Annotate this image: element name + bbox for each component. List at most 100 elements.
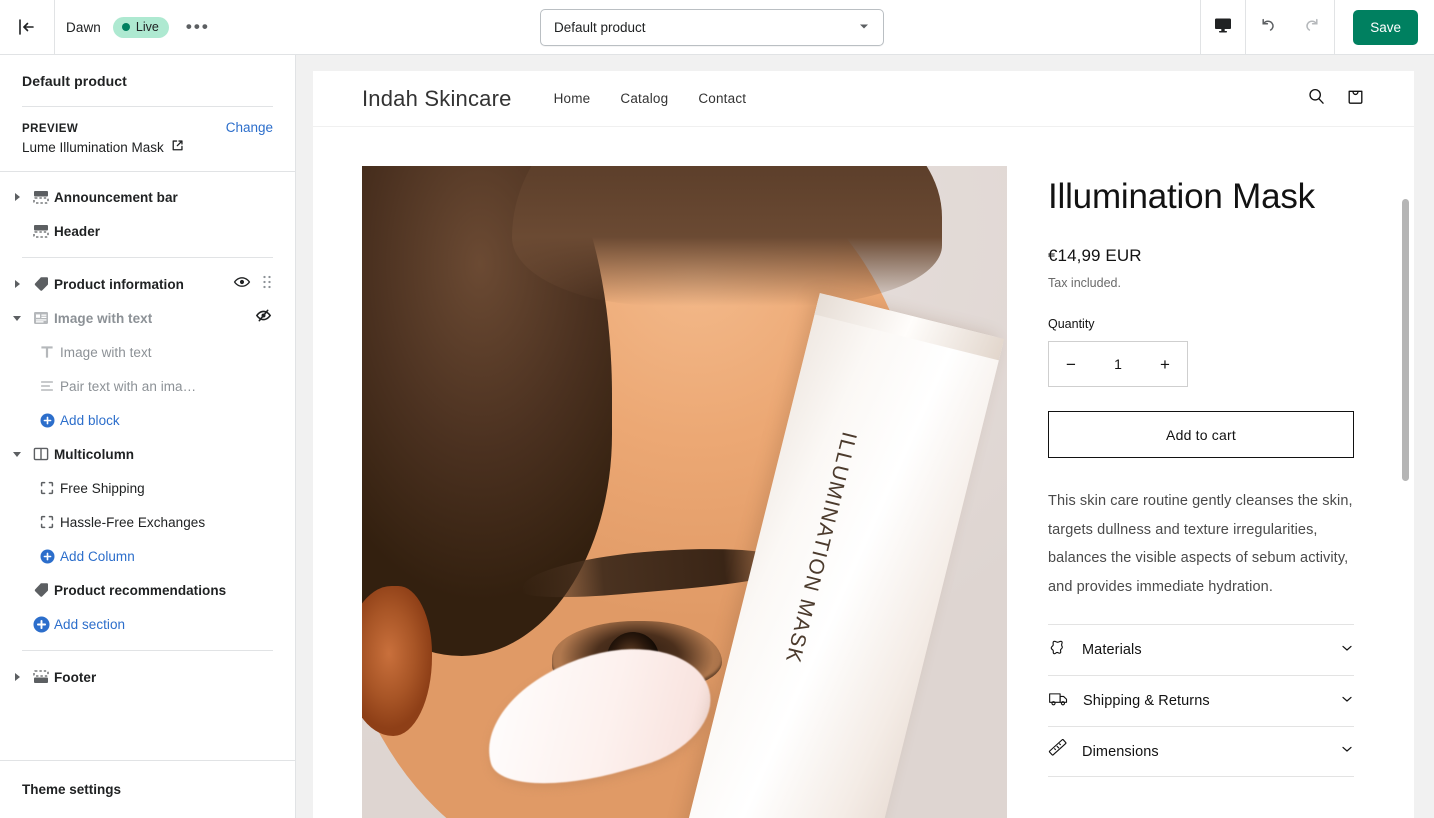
eye-icon[interactable] bbox=[233, 273, 251, 296]
preview-area: Indah Skincare Home Catalog Contact ILLU… bbox=[296, 55, 1434, 818]
product-accordion: Materials Shipping & Returns Dimensions bbox=[1048, 624, 1354, 778]
column-block-icon bbox=[34, 513, 60, 531]
product-page: ILLUMINATION MASK Illumination Mask €14,… bbox=[313, 127, 1414, 818]
cart-icon[interactable] bbox=[1345, 86, 1366, 112]
sidebar-scrollbar[interactable] bbox=[286, 172, 294, 760]
search-icon[interactable] bbox=[1306, 86, 1327, 112]
sidebar-item-label: Image with text bbox=[54, 310, 153, 326]
column-block-icon bbox=[34, 479, 60, 497]
sidebar-item-header[interactable]: Header bbox=[6, 214, 281, 248]
sidebar-item-announcement-bar[interactable]: Announcement bar bbox=[6, 180, 281, 214]
redo-button[interactable] bbox=[1290, 0, 1334, 54]
tag-icon bbox=[28, 581, 54, 599]
sidebar-item-actions bbox=[233, 273, 273, 296]
store-nav: Home Catalog Contact bbox=[554, 91, 747, 106]
sidebar-block-hassle-free-exchanges[interactable]: Hassle-Free Exchanges bbox=[6, 505, 281, 539]
hide-material-icon bbox=[1048, 637, 1069, 663]
desktop-preview-icon bbox=[1213, 15, 1233, 40]
section-list: Announcement bar Header Product informat… bbox=[0, 171, 295, 760]
sidebar: Default product PREVIEW Change Lume Illu… bbox=[0, 55, 296, 818]
chevron-right-icon bbox=[14, 673, 20, 681]
quantity-input[interactable]: 1 bbox=[1114, 356, 1122, 372]
external-link-icon[interactable] bbox=[171, 139, 184, 155]
sidebar-item-label: Announcement bar bbox=[54, 189, 178, 205]
add-section-label: Add section bbox=[54, 616, 126, 632]
theme-meta: Dawn Live ••• bbox=[55, 13, 213, 41]
undo-button[interactable] bbox=[1246, 0, 1290, 54]
product-description: This skin care routine gently cleanses t… bbox=[1048, 493, 1353, 595]
quantity-decrease-button[interactable]: − bbox=[1066, 356, 1076, 373]
preview-scrollbar[interactable] bbox=[1400, 128, 1411, 818]
theme-settings-label: Theme settings bbox=[22, 782, 122, 797]
page-selector-value: Default product bbox=[554, 20, 646, 35]
eye-hidden-icon[interactable] bbox=[254, 306, 273, 330]
add-column-button[interactable]: Add Column bbox=[6, 539, 281, 573]
add-block-label: Add block bbox=[60, 412, 120, 428]
accordion-item-materials[interactable]: Materials bbox=[1048, 624, 1354, 675]
sidebar-item-product-recommendations[interactable]: Product recommendations bbox=[6, 573, 281, 607]
disclosure-toggle[interactable] bbox=[6, 280, 28, 288]
chevron-down-icon bbox=[13, 315, 21, 321]
sidebar-item-footer[interactable]: Footer bbox=[6, 660, 281, 694]
accordion-item-dimensions[interactable]: Dimensions bbox=[1048, 726, 1354, 778]
drag-handle-icon[interactable] bbox=[261, 274, 273, 295]
sidebar-block-pair-text[interactable]: Pair text with an ima… bbox=[6, 369, 281, 403]
section-list-scroll: Announcement bar Header Product informat… bbox=[0, 180, 295, 694]
quantity-increase-button[interactable]: + bbox=[1160, 356, 1170, 373]
sidebar-item-label: Header bbox=[54, 223, 101, 239]
theme-settings-button[interactable]: Theme settings bbox=[0, 760, 295, 818]
chevron-right-icon bbox=[14, 193, 20, 201]
product-photo: ILLUMINATION MASK bbox=[362, 166, 1007, 818]
accordion-item-shipping-returns[interactable]: Shipping & Returns bbox=[1048, 675, 1354, 726]
chevron-down-icon bbox=[858, 20, 870, 35]
store-logo[interactable]: Indah Skincare bbox=[362, 86, 512, 112]
top-bar-actions: Save bbox=[1200, 0, 1434, 54]
product-details: Illumination Mask €14,99 EUR Tax include… bbox=[1048, 166, 1354, 818]
truck-icon bbox=[1048, 688, 1070, 715]
header-icon bbox=[28, 222, 54, 240]
sidebar-block-free-shipping[interactable]: Free Shipping bbox=[6, 471, 281, 505]
accordion-label: Shipping & Returns bbox=[1083, 693, 1210, 710]
sidebar-item-product-information[interactable]: Product information bbox=[6, 267, 281, 301]
ruler-icon bbox=[1048, 738, 1069, 765]
store-header-icons bbox=[1306, 86, 1366, 112]
disclosure-toggle[interactable] bbox=[6, 673, 28, 681]
theme-more-actions-button[interactable]: ••• bbox=[183, 13, 213, 41]
nav-link-catalog[interactable]: Catalog bbox=[620, 91, 668, 106]
disclosure-toggle[interactable] bbox=[6, 193, 28, 201]
preview-scrollbar-thumb[interactable] bbox=[1402, 199, 1409, 481]
page-selector[interactable]: Default product bbox=[540, 9, 884, 46]
product-image[interactable]: ILLUMINATION MASK bbox=[362, 166, 1007, 818]
sidebar-block-label: Image with text bbox=[60, 344, 152, 360]
disclosure-toggle[interactable] bbox=[6, 315, 28, 321]
exit-editor-button[interactable] bbox=[0, 0, 55, 54]
nav-link-contact[interactable]: Contact bbox=[698, 91, 746, 106]
page-selector-control[interactable]: Default product bbox=[540, 9, 884, 46]
disclosure-toggle[interactable] bbox=[6, 451, 28, 457]
sidebar-item-label: Product information bbox=[54, 276, 184, 292]
preview-row: PREVIEW Change bbox=[22, 107, 273, 135]
sidebar-item-actions bbox=[254, 306, 273, 330]
quantity-stepper[interactable]: − 1 + bbox=[1048, 341, 1188, 388]
sidebar-item-label: Multicolumn bbox=[54, 446, 135, 462]
chevron-down-icon bbox=[13, 451, 21, 457]
sidebar-block-label: Pair text with an ima… bbox=[60, 378, 197, 394]
add-to-cart-button[interactable]: Add to cart bbox=[1048, 411, 1354, 459]
storefront-preview: Indah Skincare Home Catalog Contact ILLU… bbox=[313, 71, 1414, 818]
add-section-button[interactable]: Add section bbox=[6, 607, 281, 641]
sidebar-item-multicolumn[interactable]: Multicolumn bbox=[6, 437, 281, 471]
page-title: Default product bbox=[22, 73, 127, 89]
sidebar-block-image-with-text[interactable]: Image with text bbox=[6, 335, 281, 369]
sidebar-header: Default product PREVIEW Change Lume Illu… bbox=[0, 55, 295, 155]
add-column-label: Add Column bbox=[60, 548, 135, 564]
save-button[interactable]: Save bbox=[1353, 9, 1418, 45]
add-block-button[interactable]: Add block bbox=[6, 403, 281, 437]
desktop-preview-button[interactable] bbox=[1201, 0, 1245, 54]
plus-circle-icon bbox=[34, 412, 60, 429]
accordion-label: Dimensions bbox=[1082, 743, 1159, 760]
nav-link-home[interactable]: Home bbox=[554, 91, 591, 106]
tag-icon bbox=[28, 275, 54, 293]
multicolumn-icon bbox=[28, 445, 54, 463]
change-preview-link[interactable]: Change bbox=[226, 120, 273, 135]
sidebar-item-image-with-text[interactable]: Image with text bbox=[6, 301, 281, 335]
